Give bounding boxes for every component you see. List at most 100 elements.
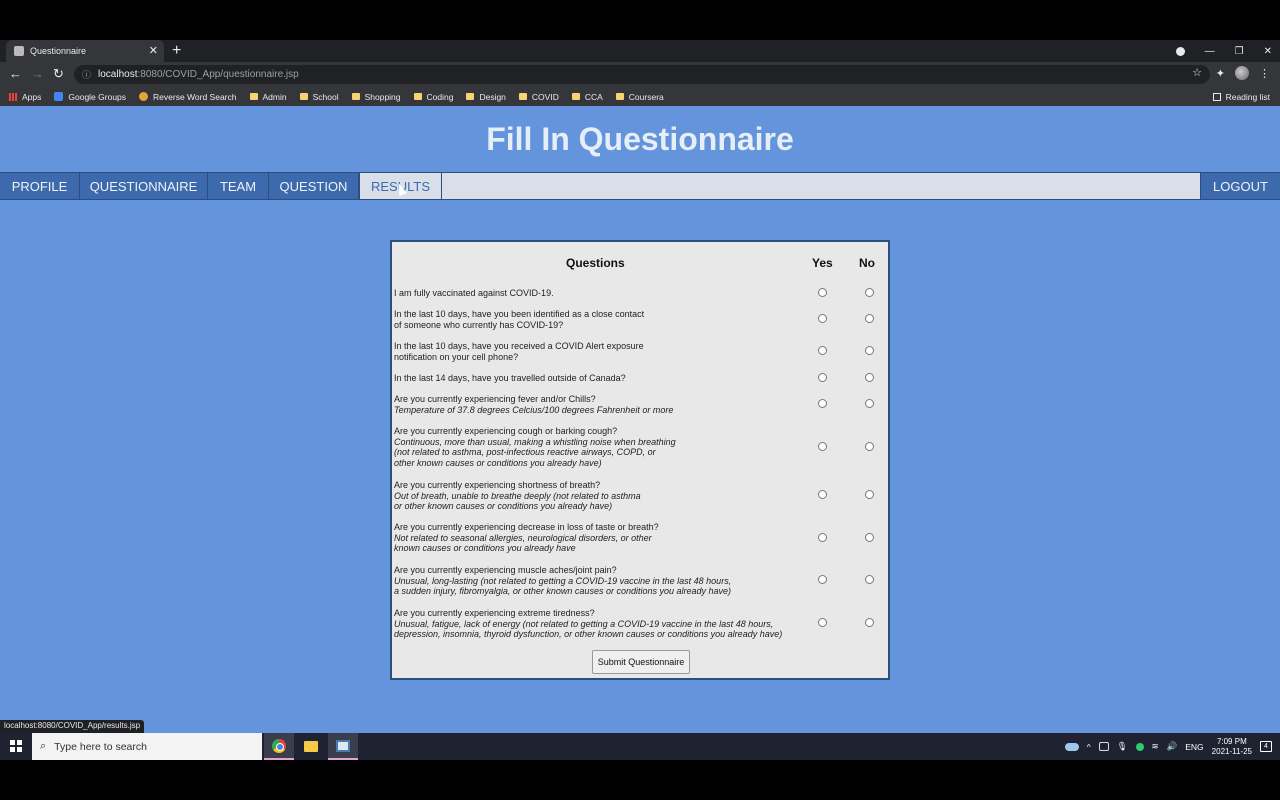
url-path: :8080/COVID_App/questionnaire.jsp [137,69,299,80]
radio-no-4[interactable] [865,373,874,382]
question-detail: Temperature of 37.8 degrees Celcius/100 … [394,404,674,415]
nav-questionnaire[interactable]: QUESTIONNAIRE [80,173,208,199]
window-controls: — ❐ ✕ [1175,40,1272,62]
minimize-icon[interactable]: — [1205,46,1215,57]
folder-icon [351,93,360,100]
radio-yes-1[interactable] [818,288,827,297]
language-indicator[interactable]: ENG [1185,742,1203,752]
taskbar-file-explorer[interactable] [296,733,326,760]
status-dot-icon[interactable] [1135,742,1144,751]
question-3: In the last 10 days, have you received a… [394,341,644,362]
bookmark-design[interactable]: Design [466,92,506,102]
question-detail: depression, insomnia, thyroid dysfunctio… [394,629,783,640]
profile-avatar[interactable] [1235,66,1249,80]
notification-icon[interactable]: 4 [1260,741,1272,752]
bookmark-shopping[interactable]: Shopping [351,91,401,102]
apps-grid-icon [9,92,17,101]
bookmark-admin[interactable]: Admin [249,91,287,102]
nav-profile[interactable]: PROFILE [0,173,80,199]
bookmark-covid[interactable]: COVID [518,92,559,102]
page-favicon-icon [14,46,24,56]
bookmark-school[interactable]: School [299,92,339,102]
reload-icon[interactable]: ↻ [53,65,64,83]
wifi-icon[interactable]: ≋ [1152,741,1159,752]
radio-no-7[interactable] [865,490,874,499]
bookmark-label: Shopping [364,91,401,102]
new-tab-button[interactable]: + [172,42,181,60]
question-detail: a sudden injury, fibromyalgia, or other … [394,586,732,597]
radio-yes-8[interactable] [818,533,827,542]
device-icon[interactable] [1098,742,1109,751]
chevron-up-icon[interactable]: ^ [1087,742,1091,752]
bookmark-google-groups[interactable]: Google Groups [54,92,126,102]
reading-list-button[interactable]: Reading list [1212,87,1270,106]
nav-logout[interactable]: LOGOUT [1200,173,1280,199]
question-text: Are you currently experiencing fever and… [394,394,596,404]
restore-icon[interactable]: ❐ [1235,46,1244,57]
browser-tab[interactable]: Questionnaire ✕ [6,40,164,62]
tab-search-icon[interactable] [1175,46,1185,56]
question-text: I am fully vaccinated against COVID-19. [394,288,554,298]
menu-kebab-icon[interactable]: ⋮ [1259,67,1270,80]
question-2: In the last 10 days, have you been ident… [394,309,644,330]
forward-icon[interactable]: → [31,65,44,83]
extensions-icon[interactable]: ✦ [1216,67,1225,80]
windows-start-icon[interactable] [10,740,22,752]
radio-yes-4[interactable] [818,373,827,382]
onedrive-icon[interactable] [1064,742,1079,751]
radio-yes-10[interactable] [818,618,827,627]
radio-yes-7[interactable] [818,490,827,499]
bookmark-reverse-word-search[interactable]: Reverse Word Search [139,92,237,102]
radio-yes-3[interactable] [818,346,827,355]
main-nav: PROFILE QUESTIONNAIRE TEAM QUESTION RESU… [0,172,1280,200]
question-detail: (not related to asthma, post-infectious … [394,447,656,458]
back-icon[interactable]: ← [9,65,22,83]
folder-icon [615,93,624,100]
bookmark-label: Coding [426,91,454,102]
screen: Questionnaire ✕ + — ❐ ✕ ← → ↻ ⓘ localhos… [0,0,1280,800]
bookmark-star-icon[interactable]: ☆ [1192,66,1202,79]
question-text: Are you currently experiencing shortness… [394,480,601,490]
radio-no-2[interactable] [865,314,874,323]
question-detail: Out of breath, unable to breathe deeply … [394,490,641,501]
question-7: Are you currently experiencing shortness… [394,480,641,512]
taskbar: ⌕ Type here to search ^ 🎙 ≋ 🔊 ENG 7:09 P… [0,733,1280,760]
radio-yes-6[interactable] [818,442,827,451]
nav-team[interactable]: TEAM [208,173,269,199]
bookmark-coding[interactable]: Coding [413,91,454,102]
url-bar[interactable]: ⓘ localhost:8080/COVID_App/questionnaire… [74,65,1210,84]
radio-no-1[interactable] [865,288,874,297]
radio-no-9[interactable] [865,575,874,584]
taskbar-search[interactable]: ⌕ Type here to search [32,733,262,760]
bookmarks-bar: Apps Google Groups Reverse Word Search A… [0,87,1280,106]
close-tab-icon[interactable]: ✕ [149,45,158,57]
question-text: Are you currently experiencing muscle ac… [394,565,617,575]
bookmark-coursera[interactable]: Coursera [615,92,664,102]
radio-yes-9[interactable] [818,575,827,584]
question-detail: Continuous, more than usual, making a wh… [394,436,676,447]
info-icon[interactable]: ⓘ [82,68,91,81]
folder-icon [299,93,308,100]
radio-no-6[interactable] [865,442,874,451]
taskbar-chrome[interactable] [264,733,294,760]
taskbar-app-window[interactable] [328,733,358,760]
nav-question[interactable]: QUESTION [269,173,359,199]
radio-yes-2[interactable] [818,314,827,323]
microphone-icon[interactable]: 🎙 [1117,741,1128,752]
question-detail: Not related to seasonal allergies, neuro… [394,532,652,543]
radio-yes-5[interactable] [818,399,827,408]
radio-no-5[interactable] [865,399,874,408]
url-text: localhost:8080/COVID_App/questionnaire.j… [98,69,299,80]
volume-icon[interactable]: 🔊 [1167,741,1178,752]
submit-questionnaire-button[interactable]: Submit Questionnaire [592,650,690,674]
bookmark-label: Admin [262,91,287,102]
url-host: localhost [98,69,138,80]
radio-no-10[interactable] [865,618,874,627]
clock[interactable]: 7:09 PM 2021-11-25 [1212,737,1252,757]
radio-no-3[interactable] [865,346,874,355]
close-window-icon[interactable]: ✕ [1264,46,1272,57]
radio-no-8[interactable] [865,533,874,542]
bookmark-apps[interactable]: Apps [9,92,41,102]
bookmark-cca[interactable]: CCA [571,92,603,102]
clock-time: 7:09 PM [1216,736,1247,746]
